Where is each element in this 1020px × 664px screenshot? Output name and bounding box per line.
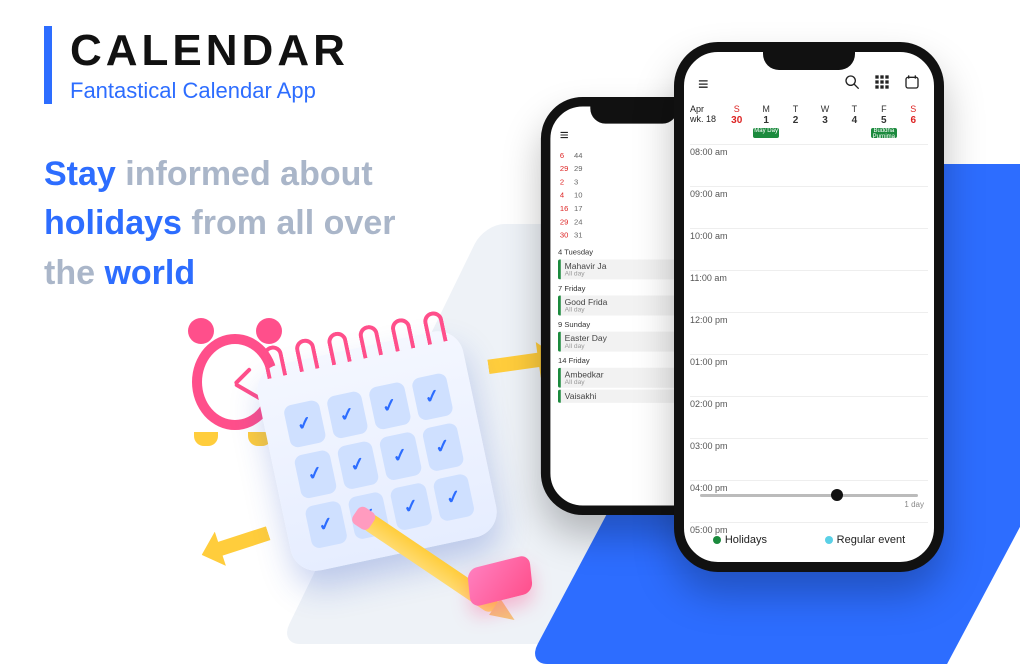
mini-week-number: 10 [574, 192, 582, 200]
event-chip[interactable]: May Day [753, 128, 779, 138]
mini-date: 29 [560, 219, 568, 227]
mini-week-number: 31 [574, 232, 582, 240]
day-column[interactable]: S6 [899, 105, 928, 138]
mini-week-number: 3 [574, 179, 582, 187]
week-header: Apr wk. 18 S30M1May DayT2W3T4F5Buddha Pu… [684, 99, 934, 140]
day-name: M [751, 105, 780, 115]
event-chip[interactable]: Buddha Purnima [871, 128, 897, 138]
mini-date: 6 [560, 152, 568, 160]
day-number: 3 [810, 115, 839, 126]
day-column[interactable]: W3 [810, 105, 839, 138]
day-number: 5 [869, 115, 898, 126]
day-name: W [810, 105, 839, 115]
legend-holidays: Holidays [713, 534, 767, 546]
day-name: S [899, 105, 928, 115]
mini-week-number: 29 [574, 165, 582, 173]
mini-date: 16 [560, 205, 568, 213]
tagline-word-informed: informed about [125, 155, 372, 193]
phone-notch [590, 107, 677, 124]
heading-block: CALENDAR Fantastical Calendar App [44, 26, 349, 104]
tagline-word-world: world [104, 254, 195, 292]
day-column[interactable]: T4 [840, 105, 869, 138]
tagline-word-from: from all over [191, 204, 395, 242]
tagline-word-the: the [44, 254, 95, 292]
week-number-label: wk. 18 [690, 115, 722, 125]
hour-row[interactable]: 10:00 am [690, 228, 928, 270]
day-column[interactable]: F5 Buddha Purnima [869, 105, 898, 138]
mini-date: 2 [560, 179, 568, 187]
mini-month-dates-col: 6 29 2 4 16 29 30 [560, 152, 568, 239]
day-number: 6 [899, 115, 928, 126]
day-number: 2 [781, 115, 810, 126]
arrow-icon [196, 516, 274, 572]
apps-grid-icon[interactable] [874, 74, 890, 95]
day-name: F [869, 105, 898, 115]
day-name: S [722, 105, 751, 115]
hour-label: 09:00 am [690, 187, 732, 199]
hour-label: 04:00 pm [690, 481, 732, 493]
app-subtitle: Fantastical Calendar App [70, 78, 349, 104]
search-icon[interactable] [844, 74, 860, 95]
hour-label: 08:00 am [690, 145, 732, 157]
day-name: T [840, 105, 869, 115]
tagline-word-stay: Stay [44, 155, 116, 193]
legend-regular: Regular event [825, 534, 906, 546]
hour-row[interactable]: 11:00 am [690, 270, 928, 312]
tagline-word-holidays: holidays [44, 204, 182, 242]
mini-date: 29 [560, 165, 568, 173]
day-number: 1 [751, 115, 780, 126]
mini-date: 30 [560, 232, 568, 240]
zoom-slider[interactable]: 1 day [700, 494, 918, 514]
phone-notch [763, 52, 855, 70]
hamburger-icon[interactable]: ≡ [698, 74, 709, 95]
mini-week-number: 44 [574, 152, 582, 160]
tagline: Stay informed about holidays from all ov… [44, 150, 544, 298]
day-column[interactable]: T2 [781, 105, 810, 138]
slider-value: 1 day [904, 500, 924, 509]
hour-row[interactable]: 01:00 pm [690, 354, 928, 396]
hour-label: 12:00 pm [690, 313, 732, 325]
day-number: 30 [722, 115, 751, 126]
day-column[interactable]: S30 [722, 105, 751, 138]
hour-label: 11:00 am [690, 271, 732, 283]
mini-week-number: 24 [574, 219, 582, 227]
mini-month-week-col: 44 29 3 10 17 24 31 [574, 152, 582, 239]
hour-row[interactable]: 12:00 pm [690, 312, 928, 354]
today-calendar-icon[interactable] [904, 74, 920, 95]
hour-row[interactable]: 03:00 pm [690, 438, 928, 480]
hour-label: 10:00 am [690, 229, 732, 241]
day-name: T [781, 105, 810, 115]
mini-date: 4 [560, 192, 568, 200]
hour-label: 03:00 pm [690, 439, 732, 451]
phone-mockup-front: ≡ Apr wk. 18 S30M1May DayT2W3T4F5Buddha … [674, 42, 944, 572]
hour-label: 02:00 pm [690, 397, 732, 409]
app-title: CALENDAR [70, 26, 349, 76]
hour-row[interactable]: 09:00 am [690, 186, 928, 228]
day-column[interactable]: M1 May Day [751, 105, 780, 138]
mini-week-number: 17 [574, 205, 582, 213]
illustration: ✓✓✓✓ ✓✓✓✓ ✓✓✓✓ [180, 320, 560, 590]
hour-label: 01:00 pm [690, 355, 732, 367]
hour-row[interactable]: 02:00 pm [690, 396, 928, 438]
hour-row[interactable]: 08:00 am [690, 144, 928, 186]
legend-bar: Holidays Regular event [684, 528, 934, 552]
day-number: 4 [840, 115, 869, 126]
